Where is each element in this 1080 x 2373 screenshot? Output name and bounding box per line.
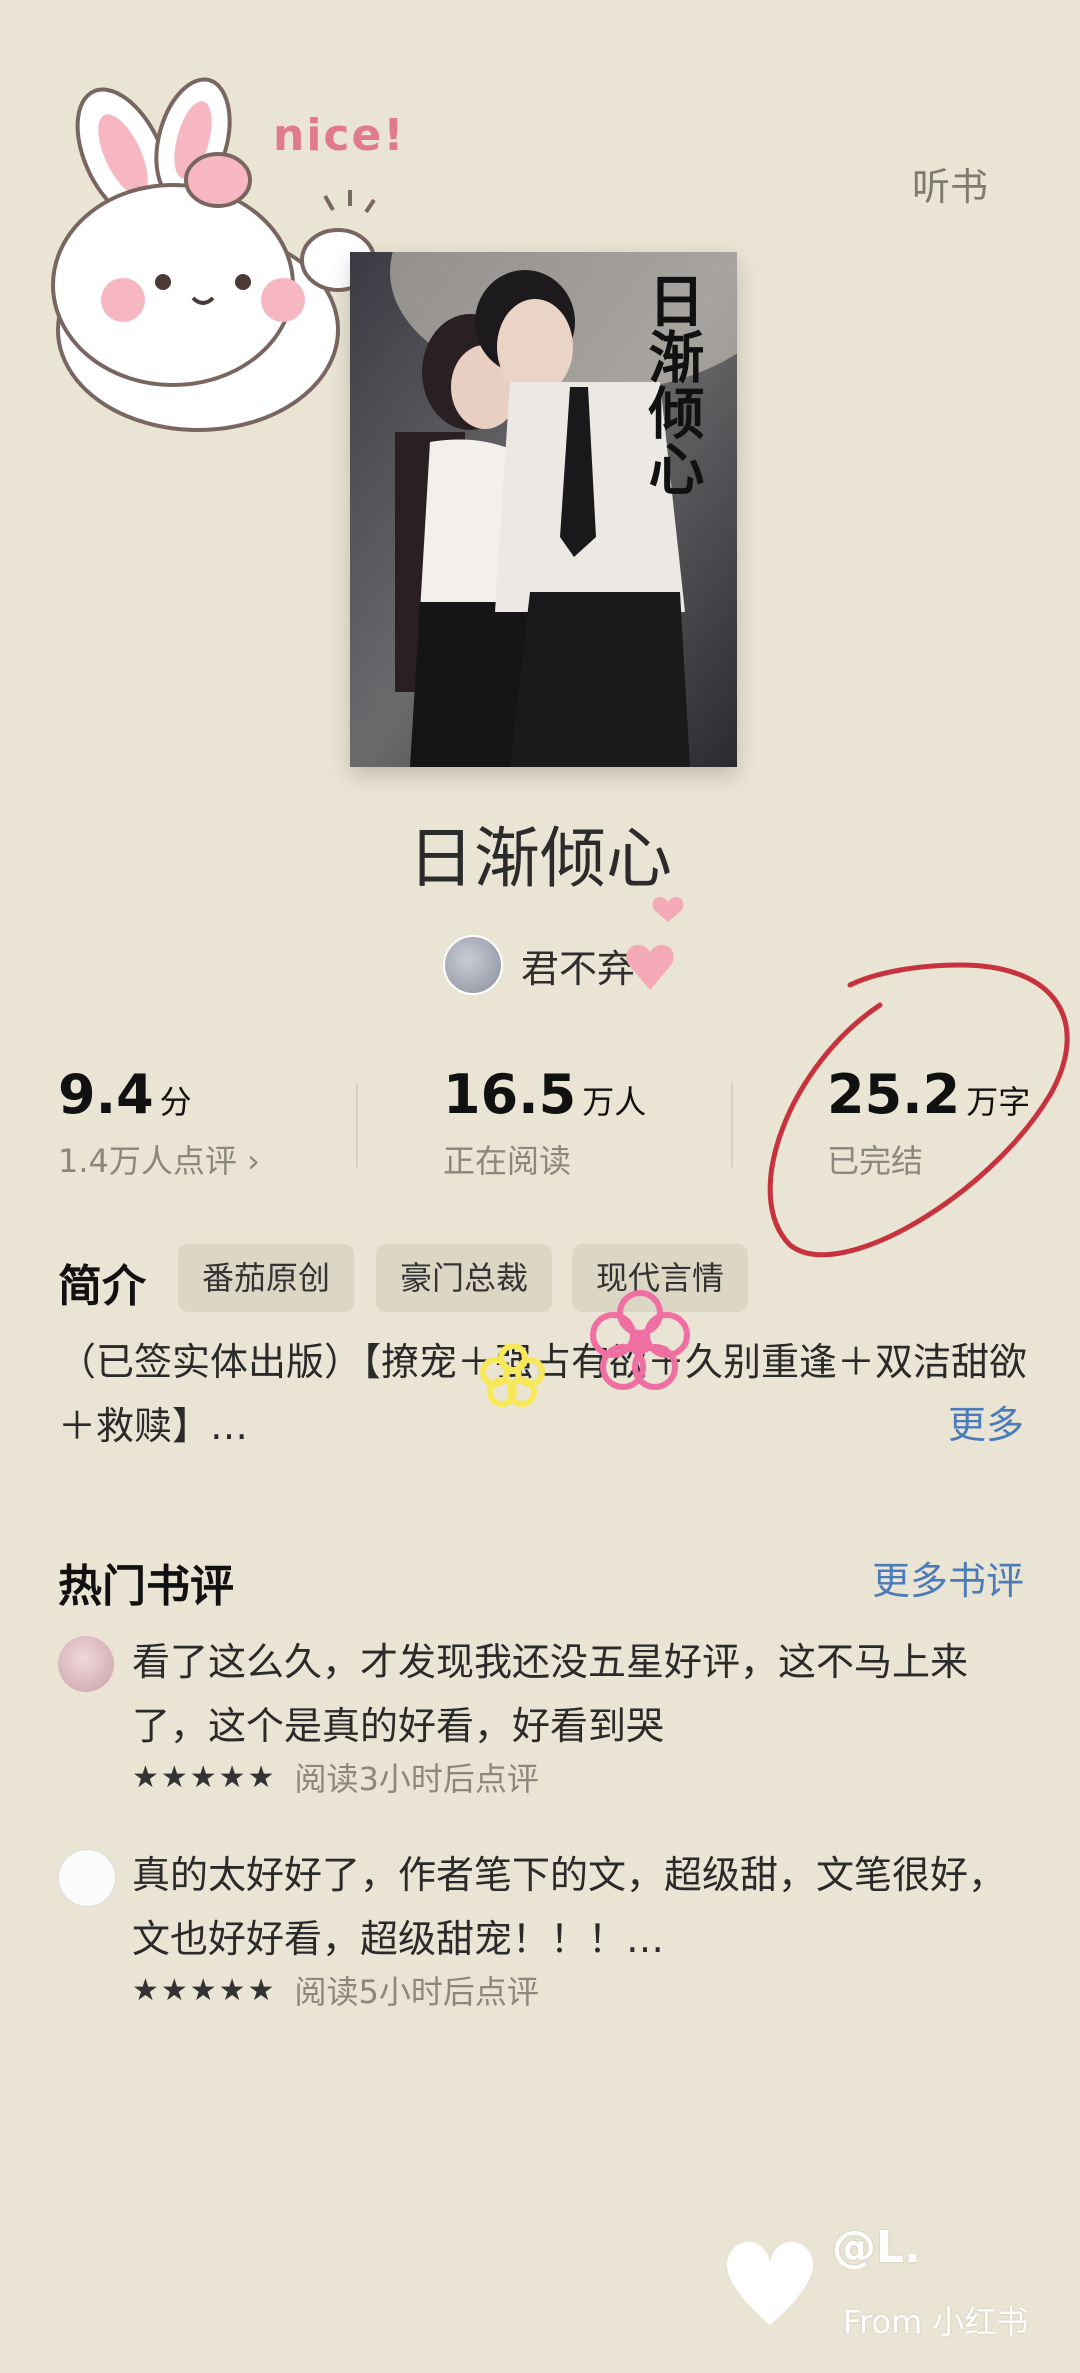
review-item[interactable]: 看了这么久，才发现我还没五星好评，这不马上来了，这个是真的好看，好看到哭 ★★★… xyxy=(58,1630,1028,1800)
review-meta: ★★★★★ 阅读5小时后点评 xyxy=(132,1967,539,2013)
sticker-text: nice! xyxy=(273,110,406,161)
review-stars: ★★★★★ xyxy=(132,1759,277,1795)
yellow-flower-sticker-icon xyxy=(480,1343,545,1407)
review-meta: ★★★★★ 阅读3小时后点评 xyxy=(132,1754,539,1800)
reviews-title: 热门书评 xyxy=(58,1561,234,1612)
tag-2[interactable]: 豪门总裁 xyxy=(376,1244,553,1312)
readers-value: 16.5 xyxy=(443,1063,577,1126)
review-text: 真的太好好了，作者笔下的文，超级甜，文笔很好，文也好好看，超级甜宠！！！… xyxy=(132,1853,1007,1961)
cover-title: 日渐倾心 xyxy=(639,272,705,496)
rating-caption: 1.4万人点评 › xyxy=(58,1142,260,1180)
summary-title: 简介 xyxy=(58,1261,146,1312)
review-time: 阅读3小时后点评 xyxy=(294,1760,539,1798)
author-name: 君不弃 xyxy=(521,946,636,991)
reviewer-avatar xyxy=(58,1636,114,1692)
book-cover[interactable]: 日渐倾心 xyxy=(350,252,737,767)
pink-flower-sticker-icon xyxy=(590,1290,690,1390)
watermark-source: From 小红书 xyxy=(843,2303,1029,2341)
review-time: 阅读5小时后点评 xyxy=(294,1973,539,2011)
stat-divider xyxy=(356,1083,358,1167)
review-item[interactable]: 真的太好好了，作者笔下的文，超级甜，文笔很好，文也好好看，超级甜宠！！！… ★★… xyxy=(58,1843,1028,2013)
reviewer-avatar xyxy=(58,1849,116,1907)
rating-stat[interactable]: 9.4 分 1.4万人点评 › xyxy=(58,1063,260,1182)
author-avatar xyxy=(443,935,503,995)
listen-button[interactable]: 听书 xyxy=(912,156,988,211)
rating-unit: 分 xyxy=(159,1083,192,1121)
tag-1[interactable]: 番茄原创 xyxy=(178,1244,355,1312)
rating-value: 9.4 xyxy=(58,1063,154,1126)
more-reviews-link[interactable]: 更多书评 xyxy=(872,1550,1024,1605)
xiaohongshu-logo-icon xyxy=(727,2241,813,2325)
readers-stat: 16.5 万人 正在阅读 xyxy=(443,1063,646,1182)
author-link[interactable]: 君不弃 xyxy=(443,935,635,995)
review-text: 看了这么久，才发现我还没五星好评，这不马上来了，这个是真的好看，好看到哭 xyxy=(132,1640,969,1748)
review-stars: ★★★★★ xyxy=(132,1972,277,2008)
readers-caption: 正在阅读 xyxy=(443,1142,572,1180)
watermark-handle: @L. xyxy=(832,2222,921,2273)
book-title: 日渐倾心 xyxy=(408,820,672,897)
red-circle-annotation-icon xyxy=(767,962,1070,1258)
heart-sticker-icon xyxy=(626,896,684,990)
readers-unit: 万人 xyxy=(582,1083,647,1121)
summary-more-link[interactable]: 更多 xyxy=(948,1394,1024,1449)
